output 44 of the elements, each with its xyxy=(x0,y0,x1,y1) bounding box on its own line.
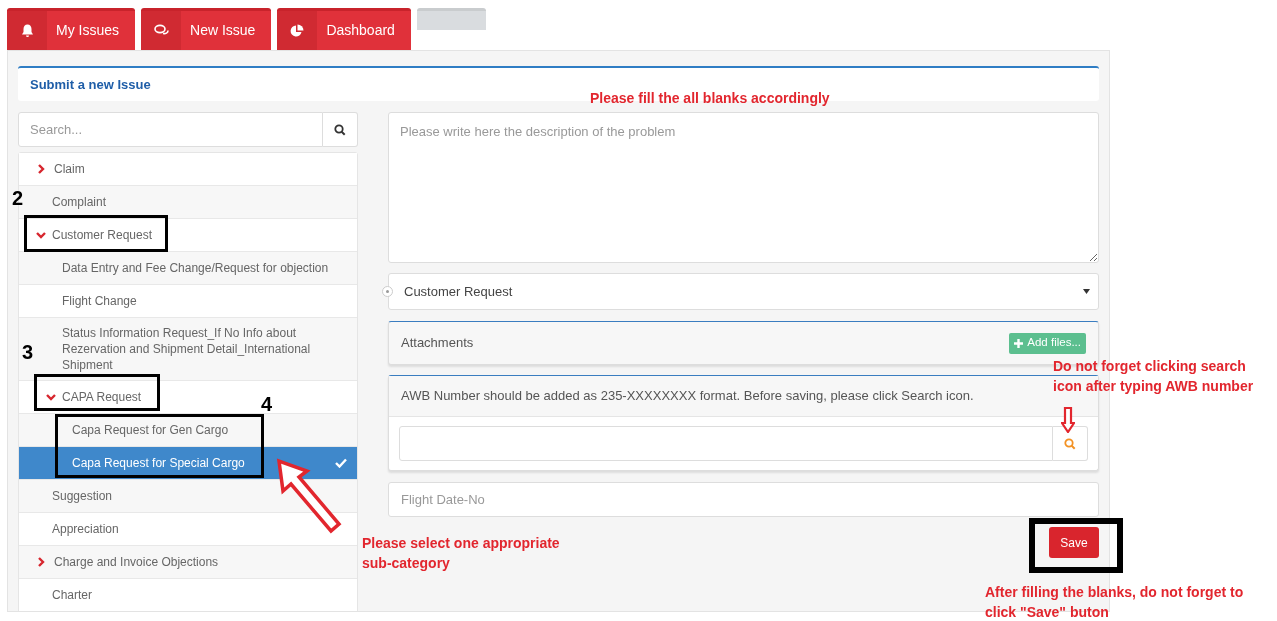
category-label: Capa Request for Gen Cargo xyxy=(72,422,229,438)
pie-chart-icon xyxy=(290,23,305,38)
step-number: 3 xyxy=(22,342,34,362)
flight-date-field[interactable]: Flight Date-No xyxy=(388,482,1099,517)
category-label: Data Entry and Fee Change/Request for objection xyxy=(62,260,329,276)
category-label: Charter xyxy=(52,587,92,603)
annotation-note: Please select one appropriate sub-category xyxy=(362,534,561,573)
save-button[interactable]: Save xyxy=(1049,527,1099,558)
search-icon xyxy=(334,123,346,136)
plus-icon xyxy=(1014,338,1024,348)
nav-tab[interactable]: Dashboard xyxy=(277,8,411,50)
category-label: CAPA Request xyxy=(62,389,142,405)
bell-icon xyxy=(20,23,34,38)
search-button[interactable] xyxy=(323,112,358,147)
category-item[interactable]: Flight Change xyxy=(19,285,357,318)
awb-search-button[interactable] xyxy=(1053,426,1088,461)
category-label: Suggestion xyxy=(52,488,113,504)
chat-bubbles-icon xyxy=(153,24,169,37)
search-icon xyxy=(1064,437,1076,450)
annotation-note: Do not forget clicking search icon after typing AWB number xyxy=(1053,357,1255,396)
search-field[interactable]: Search... xyxy=(18,112,323,147)
nav-tab[interactable]: New Issue xyxy=(141,8,272,50)
caret-icon xyxy=(1083,289,1090,294)
check-icon xyxy=(335,458,347,468)
category-item[interactable]: Customer Request xyxy=(19,219,357,252)
category-label: Flight Change xyxy=(62,293,137,309)
nav-tab[interactable]: My Issues xyxy=(7,8,135,50)
category-label: Status Information Request_If No Info about Rezervation and Shipment Detail_International Shipment xyxy=(62,325,312,373)
category-label: Customer Request xyxy=(52,227,153,243)
category-item[interactable]: Charter xyxy=(19,579,357,611)
category-item[interactable]: Claim xyxy=(19,153,357,186)
description-field[interactable]: Please write here the description of the problem xyxy=(388,112,1099,263)
category-label: Capa Request for Special Cargo xyxy=(72,455,245,471)
category-select[interactable]: Customer Request xyxy=(388,273,1099,310)
category-label: Complaint xyxy=(52,194,107,210)
annotation-note: Please fill the all blanks accordingly xyxy=(590,89,830,108)
category-label: Charge and Invoice Objections xyxy=(54,554,219,570)
awb-field[interactable] xyxy=(399,426,1053,461)
category-label: Appreciation xyxy=(52,521,119,537)
annotation-note: After filling the blanks, do not forget to click "Save" buton xyxy=(985,583,1245,621)
step-number: 4 xyxy=(261,394,273,414)
category-item[interactable]: Appreciation xyxy=(19,513,357,546)
category-label: Claim xyxy=(54,161,85,177)
attachments-title: Attachments xyxy=(401,334,475,353)
